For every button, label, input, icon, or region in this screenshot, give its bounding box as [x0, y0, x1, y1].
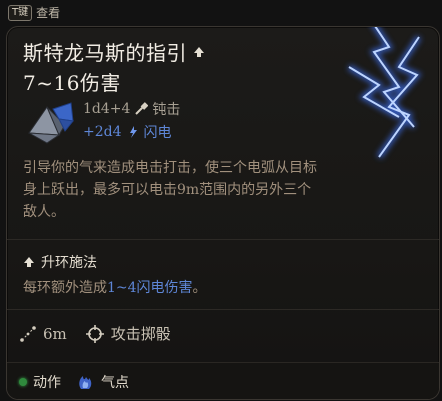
- damage-line-blunt: 1d4+4 钝击: [83, 99, 180, 119]
- divider: [7, 239, 439, 240]
- attack-info: 攻击掷骰: [85, 323, 171, 344]
- spell-name: 斯特龙马斯的指引: [23, 37, 205, 66]
- dice-icon: [28, 102, 74, 144]
- damage-type: 钝击: [152, 102, 181, 118]
- upcast-prefix: 每环额外造成: [23, 280, 107, 296]
- damage-range: 7~16伤害: [23, 71, 121, 95]
- crosshair-icon: [85, 324, 104, 343]
- spell-tooltip-card: 斯特龙马斯的指引 7~16伤害 1d4+4 钝击 +2d4 闪电 引导你的气来造…: [6, 26, 440, 400]
- range-info: 6m: [19, 325, 85, 343]
- attack-label: 攻击掷骰: [110, 325, 171, 343]
- ki-icon: [79, 376, 92, 389]
- divider: [7, 309, 439, 310]
- upcast-icon: [194, 46, 204, 57]
- action-dot-icon: [19, 378, 27, 386]
- examine-hint-label: 查看: [36, 6, 61, 20]
- examine-hint[interactable]: T键 查看: [8, 4, 60, 21]
- upcast-suffix: 。: [192, 280, 207, 296]
- ki-label: 气点: [101, 375, 129, 391]
- damage-line-lightning: +2d4 闪电: [83, 122, 172, 142]
- upcast-description: 每环额外造成1~4闪电伤害。: [23, 277, 207, 297]
- range-value: 6m: [43, 324, 67, 343]
- resource-costs: 动作 气点: [19, 372, 129, 392]
- range-icon: [20, 325, 36, 342]
- blunt-icon: [135, 102, 149, 115]
- damage-dice: +2d4: [83, 124, 122, 140]
- spell-description: 引导你的气来造成电击打击，使三个电弧从目标身上跃出，最多可以电击9m范围内的另外…: [23, 160, 317, 220]
- spell-name-text: 斯特龙马斯的指引: [23, 41, 187, 65]
- action-label: 动作: [33, 375, 61, 391]
- damage-type: 闪电: [143, 125, 172, 141]
- upcast-highlight: 1~4闪电伤害: [107, 280, 193, 296]
- lightning-icon: [129, 126, 137, 138]
- key-badge: T键: [8, 4, 33, 21]
- upcast-section-title: 升环施法: [23, 252, 97, 272]
- upcast-title-text: 升环施法: [41, 255, 97, 271]
- spell-info-row: 6m 攻击掷骰: [19, 323, 171, 344]
- upcast-icon: [24, 257, 34, 267]
- cost-footer: 动作 气点: [7, 362, 439, 399]
- damage-dice: 1d4+4: [83, 101, 131, 117]
- tooltip-screen: T键 查看 斯特龙马斯的指引 7~16伤害 1d4+4 钝击 +2d4 闪电 引…: [0, 0, 442, 401]
